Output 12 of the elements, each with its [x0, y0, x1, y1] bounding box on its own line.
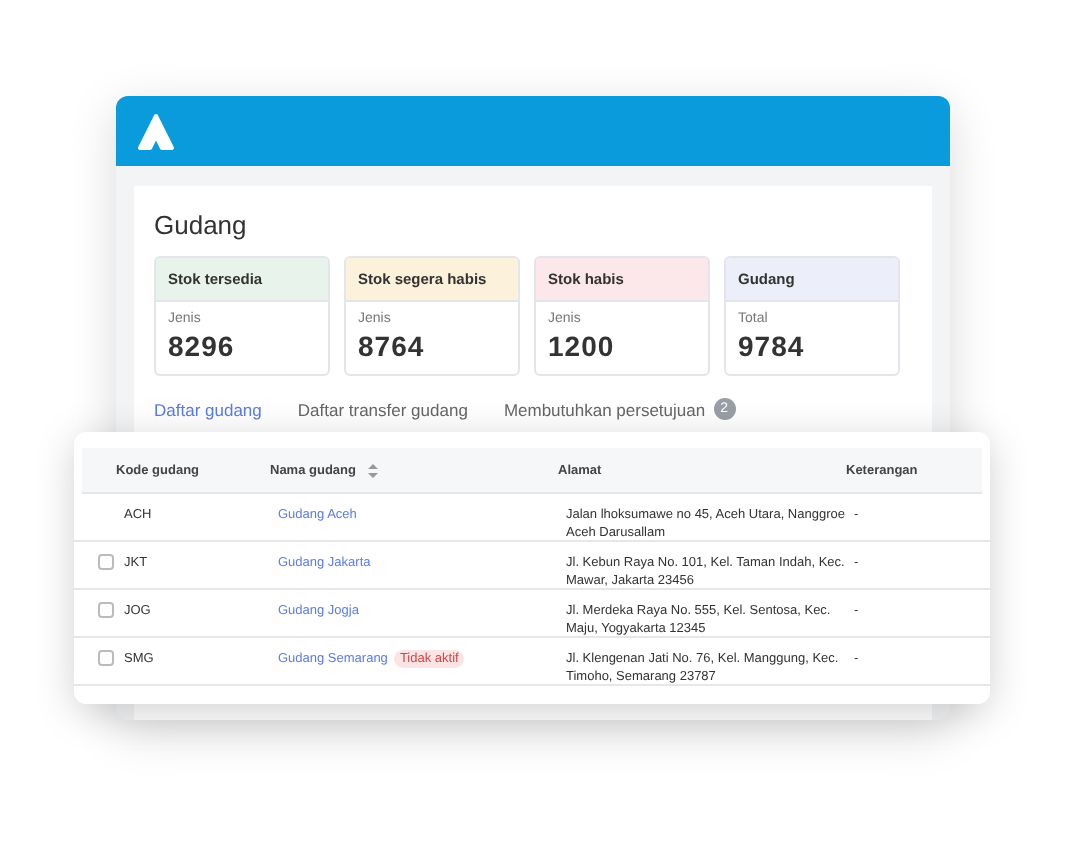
page-title: Gudang [154, 210, 249, 240]
tab[interactable]: Daftar gudang [154, 399, 262, 419]
stat-value: 9784 [738, 330, 807, 362]
row-checkbox[interactable] [98, 602, 114, 618]
logo-icon [136, 111, 176, 151]
stat-value: 8764 [358, 330, 427, 362]
sort-icon[interactable] [367, 463, 378, 477]
stat-value: 1200 [548, 330, 617, 362]
row-checkbox[interactable] [98, 650, 114, 666]
tab[interactable]: Daftar transfer gudang [297, 399, 468, 419]
stat-value: 8296 [168, 330, 237, 362]
row-checkbox[interactable] [98, 554, 114, 570]
